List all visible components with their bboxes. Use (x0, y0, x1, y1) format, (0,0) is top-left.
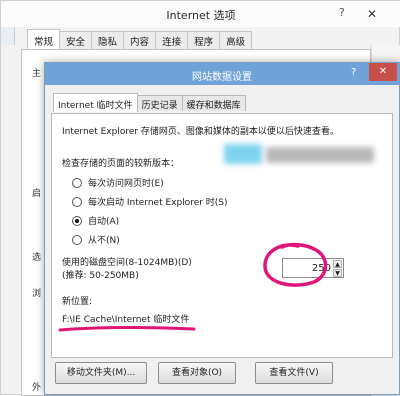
radio-label: 每次启动 Internet Explorer 时(S) (88, 198, 228, 208)
tab-security[interactable]: 安全 (59, 31, 93, 49)
help-icon[interactable]: ? (339, 6, 345, 19)
move-folder-button[interactable]: 移动文件夹(M)... (55, 362, 147, 384)
disk-space-range-text: 使用的磁盘空间(8-1024MB)(D) (62, 258, 192, 268)
radio-label: 每次访问网页时(E) (88, 179, 164, 189)
radio-label: 从不(N) (88, 236, 120, 246)
dialog-title: 网站数据设置 (192, 72, 252, 83)
radio-button[interactable] (72, 196, 82, 207)
location-label: 新位置: (62, 297, 93, 307)
radio-never[interactable]: 从不(N) (72, 233, 120, 246)
dialog-help-icon[interactable]: ? (351, 67, 356, 78)
chevron-down-icon[interactable]: ▼ (333, 269, 342, 277)
tab-content[interactable]: 内容 (123, 31, 157, 49)
annotation-underline (58, 326, 196, 332)
temporary-files-panel: Internet Explorer 存储网页、图像和媒体的副本以便以后快速查看。… (51, 113, 393, 358)
section-label-tabs: 选 (32, 253, 42, 263)
radio-automatic[interactable]: 自动(A) (72, 214, 119, 227)
dialog-close-button[interactable]: ✕ (369, 63, 397, 81)
dialog-titlebar: 网站数据设置 ? ✕ (45, 63, 399, 85)
section-label-appearance: 外 (32, 383, 42, 393)
tab-history[interactable]: 历史记录 (136, 95, 183, 111)
annotation-circle (263, 242, 328, 287)
radio-label: 自动(A) (88, 217, 120, 227)
view-files-button[interactable]: 查看文件(V) (255, 362, 333, 384)
radio-button-selected[interactable] (72, 215, 82, 226)
close-icon[interactable]: ✕ (367, 7, 377, 21)
left-edge-strip (1, 27, 15, 45)
tab-caches-databases[interactable]: 缓存和数据库 (181, 95, 246, 111)
tab-privacy[interactable]: 隐私 (91, 31, 125, 49)
watermark-text (266, 147, 374, 163)
tab-programs[interactable]: 程序 (187, 31, 221, 49)
internet-options-titlebar: Internet 选项 ? ✕ (1, 1, 400, 27)
panel-description: Internet Explorer 存储网页、图像和媒体的副本以便以后快速查看。 (62, 127, 339, 137)
disk-space-recommend-text: (推荐: 50-250MB) (62, 271, 139, 281)
section-label-home: 主 (32, 69, 42, 79)
dialog-tabs: Internet 临时文件 历史记录 缓存和数据库 (53, 93, 246, 113)
view-objects-button[interactable]: 查看对象(O) (158, 362, 236, 384)
tab-general[interactable]: 常规 (27, 29, 61, 49)
check-newer-versions-label: 检查存储的页面的较新版本： (62, 159, 180, 169)
radio-button[interactable] (72, 234, 82, 245)
radio-button[interactable] (72, 177, 82, 188)
watermark-logo (224, 144, 262, 164)
tab-temporary-files[interactable]: Internet 临时文件 (53, 93, 138, 112)
internet-options-tabs: 常规 安全 隐私 内容 连接 程序 高级 (27, 29, 253, 49)
chevron-up-icon[interactable]: ▲ (333, 260, 342, 268)
website-data-settings-dialog: 网站数据设置 ? ✕ Internet 临时文件 历史记录 缓存和数据库 Int… (44, 62, 400, 395)
section-label-browsing: 浏 (32, 289, 42, 299)
disk-space-label: 使用的磁盘空间(8-1024MB)(D) (推荐: 50-250MB) (62, 257, 192, 283)
radio-every-visit[interactable]: 每次访问网页时(E) (72, 176, 164, 189)
tab-advanced[interactable]: 高级 (219, 31, 253, 49)
radio-every-start[interactable]: 每次启动 Internet Explorer 时(S) (72, 195, 228, 208)
tab-connections[interactable]: 连接 (155, 31, 189, 49)
section-label-startup: 启 (32, 189, 42, 199)
